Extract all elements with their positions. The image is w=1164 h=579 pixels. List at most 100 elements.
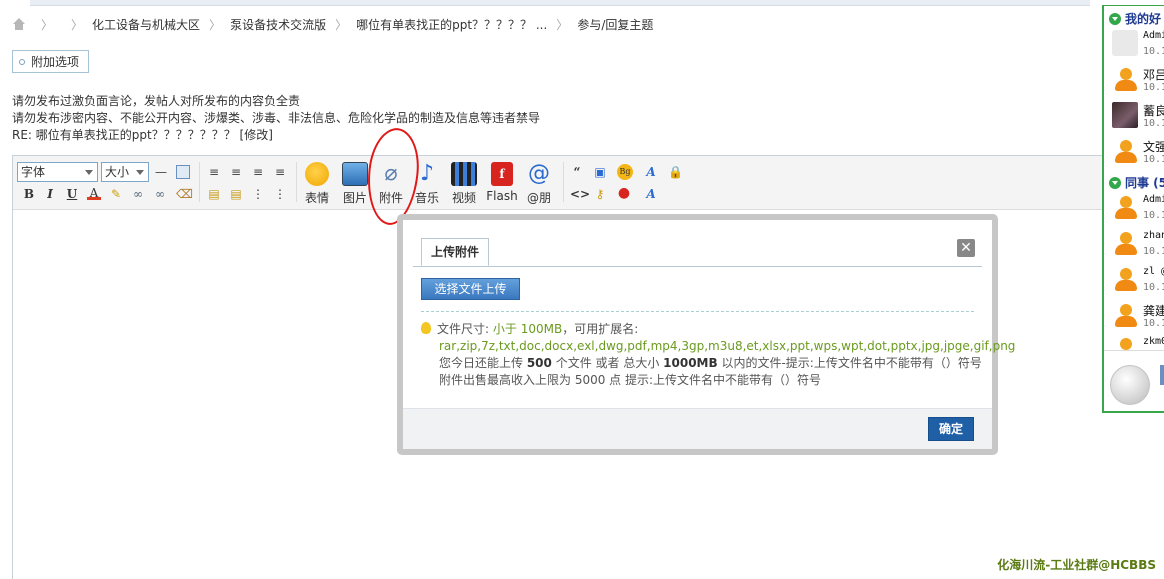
ordered-list-icon[interactable]: ⋮ [251, 187, 265, 201]
float-right-icon[interactable]: ▤ [229, 187, 243, 201]
contact-item[interactable]: 龚建10.1 [1109, 298, 1164, 334]
extra-options-button[interactable]: 附加选项 [12, 50, 89, 73]
size-label: 文件尺寸: [437, 322, 490, 336]
bold-icon[interactable]: B [22, 187, 36, 201]
contact-item[interactable]: 蓄良10.1 [1109, 98, 1164, 134]
lightbulb-icon [421, 322, 431, 334]
source-code-icon[interactable]: <> [570, 187, 590, 201]
reply-title: RE: 哪位有单表找正的ppt？？？？？？？ [12, 128, 236, 142]
contact-item[interactable]: zhan10.1 [1109, 226, 1164, 262]
qq-icon[interactable]: ● [617, 186, 631, 200]
avatar [1112, 230, 1138, 256]
avatar [1112, 194, 1138, 220]
superscript-icon[interactable]: A [644, 165, 658, 179]
notice-line-1: 请勿发布过激负面言论，发帖人对所发布的内容负全责 [12, 94, 301, 108]
toolbar-divider [563, 162, 564, 202]
tab-upload-attachment[interactable]: 上传附件 [421, 238, 489, 266]
breadcrumb-separator: 〉 [335, 17, 348, 32]
align-center-icon[interactable]: ≡ [229, 165, 243, 179]
align-right-icon[interactable]: ≡ [251, 165, 265, 179]
contact-item[interactable]: 邓吕10.1 [1109, 62, 1164, 98]
extension-list: rar,zip,7z,txt,doc,docx,exl,dwg,pdf,mp4,… [439, 339, 1016, 353]
home-icon[interactable] [12, 17, 26, 31]
spellcheck-icon[interactable]: ✎ [109, 187, 123, 201]
smiley-icon [305, 162, 329, 186]
breadcrumb: 〉 〉 化工设备与机械大区 〉 泵设备技术交流版 〉 哪位有单表找正的ppt？？… [12, 15, 653, 33]
mention-tool-button[interactable]: @ @朋 [521, 162, 557, 206]
contact-item[interactable]: Admi10.1 [1109, 190, 1164, 226]
clear-format-icon[interactable]: ⌫ [176, 187, 193, 201]
link-icon[interactable]: ∞ [131, 187, 145, 201]
emoji-tool-button[interactable]: 表情 [299, 162, 335, 206]
align-left-icon[interactable]: ≡ [207, 165, 221, 179]
video-tool-button[interactable]: 视频 [446, 162, 482, 206]
im-contact-panel: 我的好 Admi10.1 邓吕10.1 蓄良10.1 文强10.1 同事 (5 … [1102, 5, 1164, 413]
total-size: 1000MB [663, 356, 718, 370]
unlink-icon[interactable]: ∞ [153, 187, 167, 201]
confirm-button[interactable]: 确定 [928, 417, 974, 441]
breadcrumb-separator: 〉 [71, 17, 84, 32]
contact-item[interactable]: Admi10.1 [1109, 26, 1164, 62]
toolbar-divider [199, 162, 200, 202]
edit-title-link[interactable]: [修改] [240, 128, 273, 142]
group-colleagues[interactable]: 同事 (5 [1109, 174, 1164, 191]
breadcrumb-item-chem-equipment[interactable]: 化工设备与机械大区 [92, 16, 200, 33]
font-family-select[interactable]: 字体 [17, 162, 98, 182]
site-watermark: 化海川流-工业社群@HCBBS [997, 558, 1156, 572]
italic-icon[interactable]: I [43, 187, 57, 201]
flash-icon: f [491, 162, 513, 186]
notice-line-2: 请勿发布涉密内容、不能公开内容、涉爆类、涉毒、非法信息、危险化学品的制造及信息等… [12, 111, 541, 125]
dashed-divider [421, 311, 974, 312]
chevron-down-icon [85, 170, 93, 175]
flash-tool-button[interactable]: f Flash [484, 162, 520, 203]
breadcrumb-item-pump-forum[interactable]: 泵设备技术交流版 [230, 16, 326, 33]
font-color-icon[interactable]: A [87, 186, 101, 200]
avatar [1112, 266, 1138, 292]
font-size-select[interactable]: 大小 [101, 162, 149, 182]
toolbar-divider [296, 162, 297, 202]
extra-options-label: 附加选项 [31, 55, 80, 69]
top-bar-strip [30, 0, 1090, 6]
expand-icon [1109, 12, 1121, 25]
daily-quota: 您今日还能上传 500 个文件 或者 总大小 1000MB 以内的文件-提示:上… [439, 356, 982, 370]
close-icon[interactable]: ✕ [957, 239, 975, 257]
breadcrumb-separator: 〉 [41, 17, 54, 32]
contact-item[interactable]: 文强10.1 [1109, 134, 1164, 170]
key-icon[interactable]: ⚷ [593, 187, 607, 201]
code-block-icon[interactable]: ▣ [593, 165, 607, 179]
film-icon [451, 162, 477, 186]
breadcrumb-item-reply: 参与/回复主题 [577, 17, 654, 32]
chat-footer [1104, 350, 1164, 411]
table-icon[interactable] [176, 165, 190, 179]
choose-file-upload-button[interactable]: 选择文件上传 [421, 278, 520, 300]
background-color-icon[interactable]: Bg [617, 164, 633, 180]
ext-label: ，可用扩展名: [562, 322, 639, 336]
dialog-footer: 确定 [403, 408, 992, 449]
avatar [1112, 302, 1138, 328]
size-value: 小于 100MB [492, 322, 563, 336]
bullet-icon [19, 58, 25, 65]
subscript-icon[interactable]: A [644, 187, 658, 201]
contact-item[interactable]: zl @10.1 [1109, 262, 1164, 298]
picture-icon [342, 162, 368, 186]
group-my-friends[interactable]: 我的好 [1109, 10, 1161, 27]
lock-icon[interactable]: 🔒 [668, 165, 683, 179]
file-count: 500 [526, 356, 552, 370]
avatar [1112, 30, 1138, 56]
editor-toolbar: 字体 大小 — B I U A ✎ ∞ ∞ ⌫ ≡ ≡ ≡ ≡ ▤ ▤ ⋮ ⋮ … [13, 156, 1104, 210]
breadcrumb-item-thread[interactable]: 哪位有单表找正的ppt？？？？？ ... [356, 16, 547, 33]
reply-title-line: RE: 哪位有单表找正的ppt？？？？？？？ [修改] [12, 127, 540, 144]
chat-bubble-icon[interactable] [1110, 365, 1150, 405]
at-sign-icon: @ [528, 161, 550, 186]
posting-notice: 请勿发布过激负面言论，发帖人对所发布的内容负全责 请勿发布涉密内容、不能公开内容… [12, 93, 540, 144]
chat-scrollbar[interactable] [1160, 365, 1164, 385]
unordered-list-icon[interactable]: ⋮ [273, 187, 287, 201]
horizontal-rule-icon[interactable]: — [154, 165, 168, 179]
align-justify-icon[interactable]: ≡ [273, 165, 287, 179]
quote-icon[interactable]: “ [570, 165, 584, 179]
upload-info: 文件尺寸: 小于 100MB，可用扩展名: rar,zip,7z,txt,doc… [421, 321, 1015, 389]
float-left-icon[interactable]: ▤ [207, 187, 221, 201]
underline-icon[interactable]: U [65, 187, 79, 201]
chevron-down-icon [136, 170, 144, 175]
upload-attachment-dialog: 上传附件 ✕ 选择文件上传 文件尺寸: 小于 100MB，可用扩展名: rar,… [397, 214, 1015, 455]
